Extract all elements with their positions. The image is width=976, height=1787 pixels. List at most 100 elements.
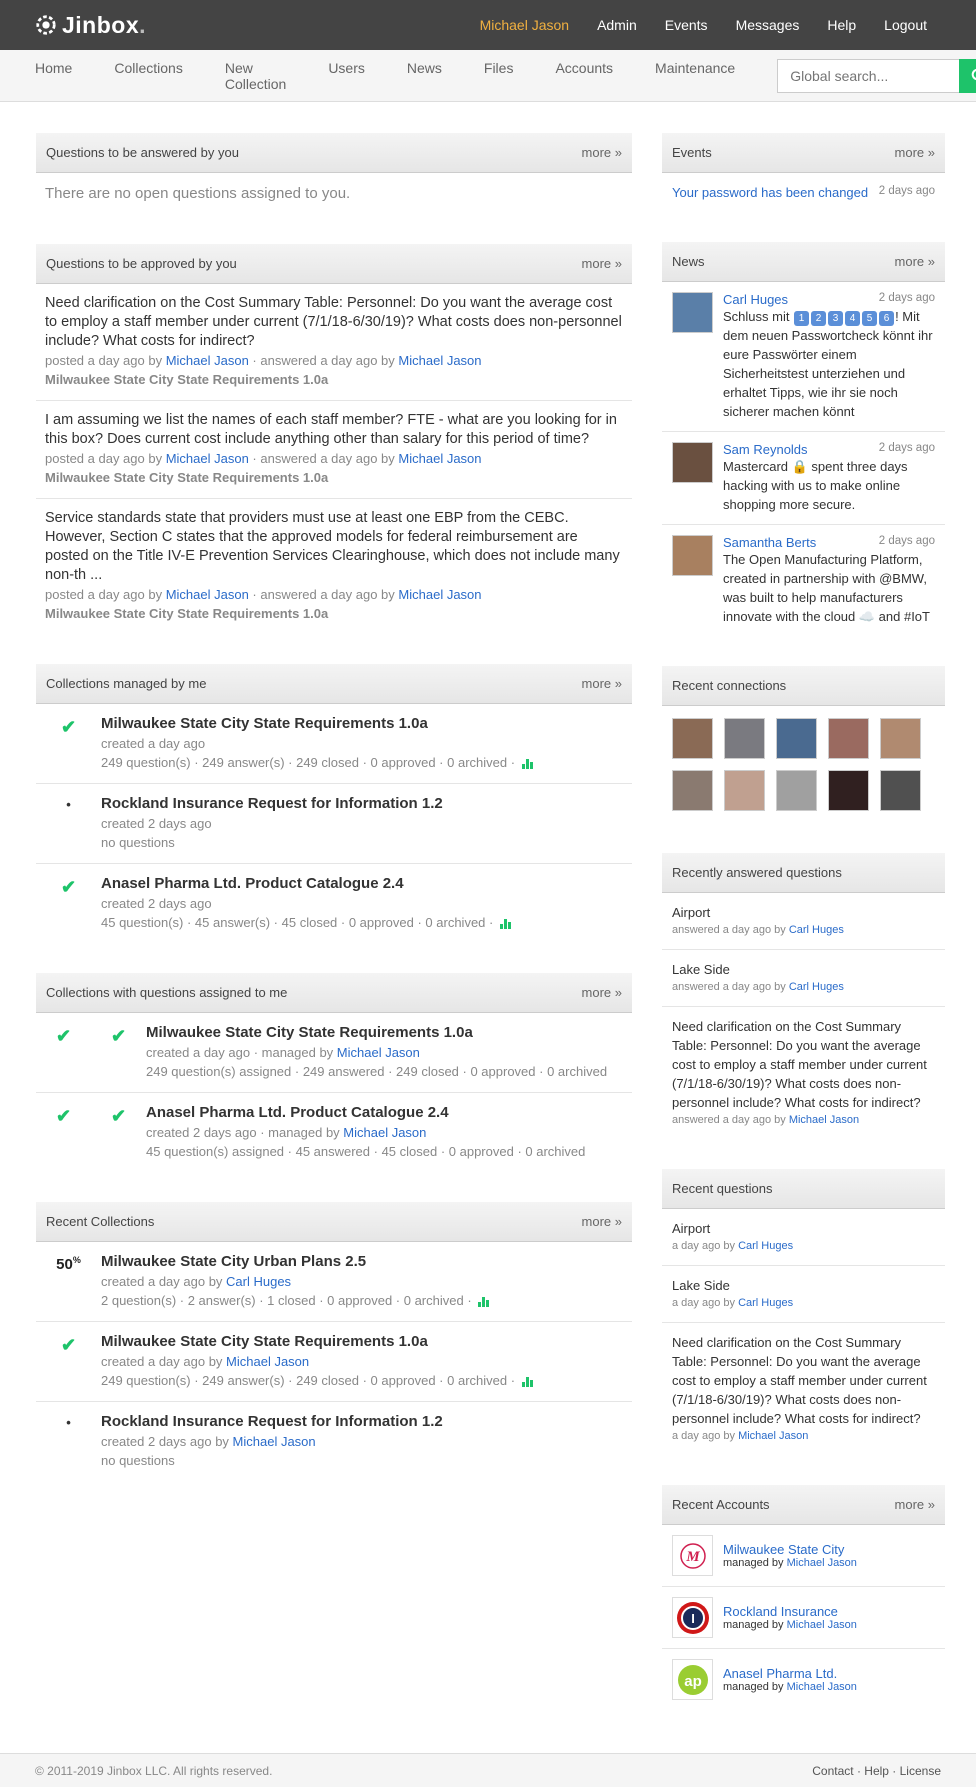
- connection-avatar[interactable]: [724, 770, 765, 811]
- connection-avatar[interactable]: [672, 718, 713, 759]
- collection-created: created 2 days ago: [101, 896, 212, 911]
- more-link[interactable]: more »: [895, 254, 935, 269]
- avatar[interactable]: [672, 442, 713, 483]
- more-link[interactable]: more »: [582, 676, 622, 691]
- bar-chart-icon[interactable]: [478, 1296, 490, 1307]
- user-link[interactable]: Michael Jason: [233, 1434, 316, 1449]
- topnav-events[interactable]: Events: [651, 17, 722, 33]
- connection-avatar[interactable]: [724, 718, 765, 759]
- news-text-start: Schluss mit: [723, 309, 794, 324]
- user-link[interactable]: Michael Jason: [166, 587, 249, 602]
- more-link[interactable]: more »: [582, 985, 622, 1000]
- collection-name[interactable]: Rockland Insurance Request for Informati…: [101, 1412, 632, 1432]
- subnav-home[interactable]: Home: [35, 60, 72, 92]
- user-link[interactable]: Michael Jason: [166, 451, 249, 466]
- question-text[interactable]: Airport: [672, 903, 935, 922]
- collection-name[interactable]: Milwaukee State City State Requirements …: [146, 1023, 632, 1043]
- topnav-user[interactable]: Michael Jason: [466, 17, 584, 33]
- answered-item: Need clarification on the Cost Summary T…: [662, 1007, 945, 1139]
- news-author[interactable]: Sam Reynolds: [723, 442, 808, 457]
- topnav-messages[interactable]: Messages: [722, 17, 814, 33]
- user-link[interactable]: Carl Huges: [789, 924, 844, 936]
- question-text[interactable]: Service standards state that providers m…: [45, 509, 623, 585]
- collection-name[interactable]: Anasel Pharma Ltd. Product Catalogue 2.4: [101, 874, 632, 894]
- collection-name[interactable]: Rockland Insurance Request for Informati…: [101, 794, 632, 814]
- question-text[interactable]: Need clarification on the Cost Summary T…: [672, 1333, 935, 1428]
- connection-avatar[interactable]: [672, 770, 713, 811]
- search-button[interactable]: [959, 58, 976, 93]
- subnav-maintenance[interactable]: Maintenance: [655, 60, 735, 92]
- panel-title: Recent connections: [672, 678, 787, 693]
- account-name[interactable]: Anasel Pharma Ltd.: [723, 1666, 857, 1681]
- more-link[interactable]: more »: [582, 256, 622, 271]
- panel-title: Events: [672, 145, 712, 160]
- more-link[interactable]: more »: [895, 1497, 935, 1512]
- user-link[interactable]: Michael Jason: [787, 1619, 857, 1631]
- more-link[interactable]: more »: [582, 145, 622, 160]
- subnav-new-collection[interactable]: New Collection: [225, 60, 286, 92]
- account-logo[interactable]: I: [672, 1597, 713, 1638]
- connection-avatar[interactable]: [828, 718, 869, 759]
- news-author[interactable]: Carl Huges: [723, 292, 788, 307]
- subnav-accounts[interactable]: Accounts: [555, 60, 613, 92]
- account-name[interactable]: Rockland Insurance: [723, 1604, 857, 1619]
- question-text[interactable]: Lake Side: [672, 960, 935, 979]
- topnav-admin[interactable]: Admin: [583, 17, 651, 33]
- more-link[interactable]: more »: [895, 145, 935, 160]
- subnav-collections[interactable]: Collections: [114, 60, 182, 92]
- account-logo[interactable]: M: [672, 1535, 713, 1576]
- user-link[interactable]: Michael Jason: [398, 451, 481, 466]
- avatar[interactable]: [672, 535, 713, 576]
- account-meta: managed by Michael Jason: [723, 1557, 857, 1569]
- user-link[interactable]: Michael Jason: [789, 1114, 859, 1126]
- question-text[interactable]: Lake Side: [672, 1276, 935, 1295]
- news-item: Sam Reynolds 2 days ago Mastercard 🔒 spen…: [662, 432, 945, 525]
- more-link[interactable]: more »: [582, 1214, 622, 1229]
- collection-name[interactable]: Milwaukee State City State Requirements …: [101, 714, 632, 734]
- question-text[interactable]: I am assuming we list the names of each …: [45, 411, 623, 449]
- user-link[interactable]: Carl Huges: [789, 981, 844, 993]
- topnav-logout[interactable]: Logout: [870, 17, 941, 33]
- question-text[interactable]: Need clarification on the Cost Summary T…: [45, 294, 623, 351]
- user-link[interactable]: Michael Jason: [787, 1681, 857, 1693]
- question-text[interactable]: Need clarification on the Cost Summary T…: [672, 1017, 935, 1112]
- connection-avatar[interactable]: [880, 718, 921, 759]
- user-link[interactable]: Carl Huges: [738, 1297, 793, 1309]
- user-link[interactable]: Michael Jason: [398, 353, 481, 368]
- news-author[interactable]: Samantha Berts: [723, 535, 816, 550]
- user-link[interactable]: Michael Jason: [787, 1557, 857, 1569]
- topnav-help[interactable]: Help: [813, 17, 870, 33]
- collection-name[interactable]: Anasel Pharma Ltd. Product Catalogue 2.4: [146, 1103, 632, 1123]
- subnav-users[interactable]: Users: [328, 60, 365, 92]
- event-link[interactable]: Your password has been changed: [672, 185, 868, 200]
- question-text[interactable]: Airport: [672, 1219, 935, 1238]
- user-link[interactable]: Michael Jason: [738, 1430, 808, 1442]
- events-panel: Events more » Your password has been chan…: [662, 133, 945, 212]
- panel-title: Questions to be answered by you: [46, 145, 239, 160]
- account-logo[interactable]: ap: [672, 1659, 713, 1700]
- bar-chart-icon[interactable]: [521, 758, 534, 769]
- user-link[interactable]: Michael Jason: [398, 587, 481, 602]
- bar-chart-icon[interactable]: [521, 1376, 534, 1387]
- manager-link[interactable]: Michael Jason: [343, 1125, 426, 1140]
- connection-avatar[interactable]: [776, 718, 817, 759]
- collection-name[interactable]: Milwaukee State City Urban Plans 2.5: [101, 1252, 632, 1272]
- connection-avatar[interactable]: [880, 770, 921, 811]
- footer-links[interactable]: Contact · Help · License: [812, 1764, 941, 1778]
- account-name[interactable]: Milwaukee State City: [723, 1542, 857, 1557]
- user-link[interactable]: Carl Huges: [738, 1240, 793, 1252]
- connection-avatar[interactable]: [776, 770, 817, 811]
- search-input[interactable]: [777, 58, 960, 93]
- user-link[interactable]: Michael Jason: [226, 1354, 309, 1369]
- subnav-files[interactable]: Files: [484, 60, 514, 92]
- brand-logo[interactable]: Jinbox.: [35, 12, 146, 39]
- subnav-news[interactable]: News: [407, 60, 442, 92]
- news-item: Samantha Berts 2 days ago The Open Manufa…: [662, 525, 945, 636]
- user-link[interactable]: Carl Huges: [226, 1274, 291, 1289]
- bar-chart-icon[interactable]: [499, 918, 512, 929]
- manager-link[interactable]: Michael Jason: [337, 1045, 420, 1060]
- user-link[interactable]: Michael Jason: [166, 353, 249, 368]
- avatar[interactable]: [672, 292, 713, 333]
- connection-avatar[interactable]: [828, 770, 869, 811]
- collection-name[interactable]: Milwaukee State City State Requirements …: [101, 1332, 632, 1352]
